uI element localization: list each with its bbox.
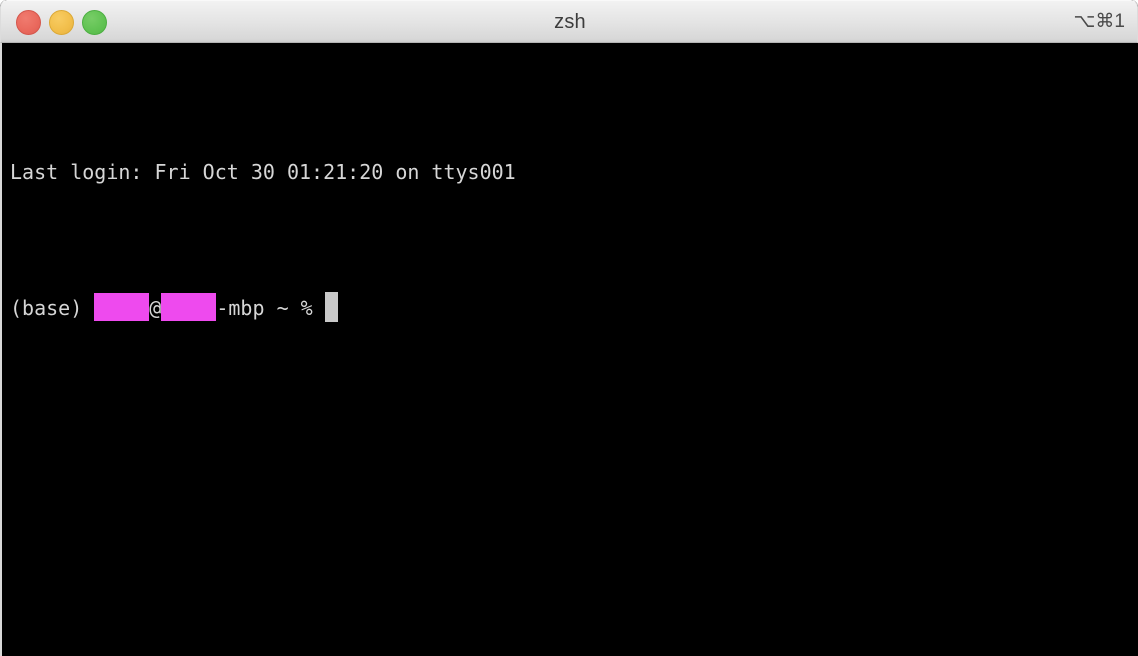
prompt-symbol: % [300, 296, 325, 320]
traffic-light-controls [16, 1, 107, 43]
redacted-hostname [161, 293, 217, 321]
terminal-prompt-line: (base) @ -mbp ~ % [10, 291, 1138, 325]
prompt-working-directory: ~ [276, 296, 301, 320]
text-cursor[interactable] [324, 292, 338, 322]
terminal-window: zsh ⌥⌘1 Last login: Fri Oct 30 01:21:20 … [0, 0, 1138, 656]
window-titlebar[interactable]: zsh ⌥⌘1 [0, 0, 1138, 43]
redacted-username [94, 293, 150, 321]
prompt-env-prefix: (base) [10, 296, 95, 320]
zoom-button[interactable] [82, 9, 107, 35]
keyboard-shortcut-badge: ⌥⌘1 [1073, 11, 1125, 32]
close-button[interactable] [16, 9, 41, 35]
window-title: zsh [554, 11, 586, 33]
terminal-screen: Last login: Fri Oct 30 01:21:20 on ttys0… [10, 53, 1138, 427]
terminal-body[interactable]: Last login: Fri Oct 30 01:21:20 on ttys0… [0, 43, 1138, 656]
terminal-line-last-login: Last login: Fri Oct 30 01:21:20 on ttys0… [10, 160, 516, 184]
prompt-host-suffix: -mbp [216, 296, 277, 320]
minimize-button[interactable] [49, 9, 74, 35]
prompt-at-sign: @ [149, 296, 162, 320]
